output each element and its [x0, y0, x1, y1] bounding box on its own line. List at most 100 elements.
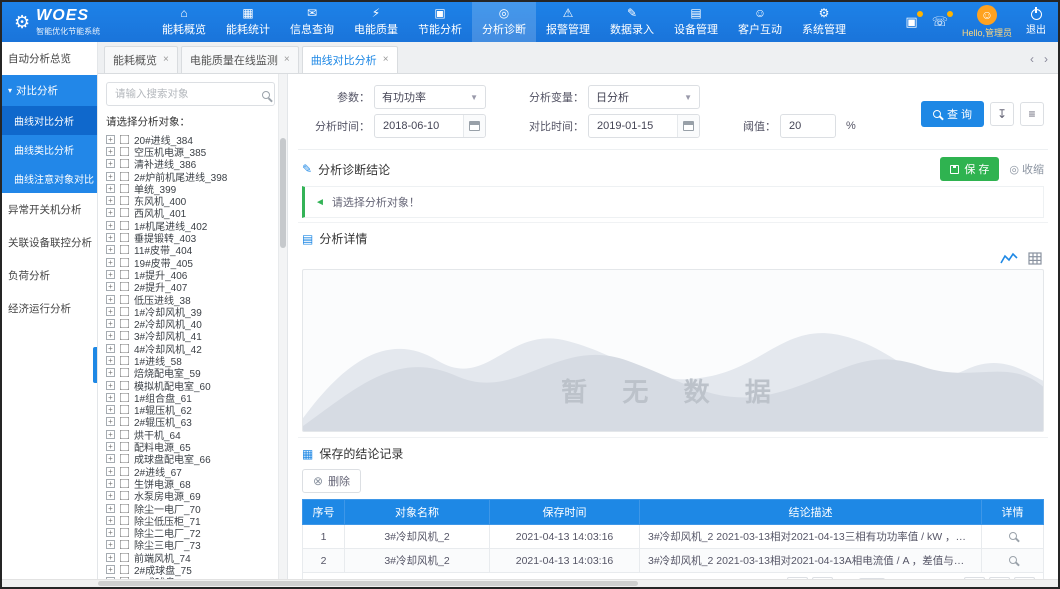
tree-item-checkbox[interactable] [120, 466, 129, 475]
tree-item-checkbox[interactable] [120, 294, 129, 303]
tree-item-checkbox[interactable] [120, 553, 129, 562]
tree-item[interactable]: 成球盘配电室_66 [106, 453, 275, 465]
tree-scrollbar-thumb[interactable] [280, 138, 286, 248]
tree-item-checkbox[interactable] [120, 417, 129, 426]
expand-icon[interactable] [106, 454, 115, 463]
search-icon[interactable] [262, 88, 270, 102]
tree-item[interactable]: 4#冷却风机_42 [106, 342, 275, 354]
tree-item-checkbox[interactable] [120, 196, 129, 205]
tree-item[interactable]: 2#炉前机尾进线_398 [106, 170, 275, 182]
expand-icon[interactable] [106, 295, 115, 304]
expand-icon[interactable] [106, 221, 115, 230]
sidebar-item[interactable]: 关联设备联控分析 [2, 226, 97, 259]
topnav-item[interactable]: ✉ 信息查询 [280, 2, 344, 42]
expand-icon[interactable] [106, 135, 115, 144]
table-row[interactable]: 1 3#冷却风机_2 2021-04-13 14:03:16 3#冷却风机_2 … [303, 525, 1044, 549]
delete-button[interactable]: ⊗ 删除 [302, 469, 361, 493]
topnav-item[interactable]: ⚡ 电能质量 [344, 2, 408, 42]
search-button[interactable]: 查 询 [921, 101, 984, 127]
tab-close-icon[interactable]: × [383, 55, 389, 65]
expand-icon[interactable] [106, 368, 115, 377]
tree-item-checkbox[interactable] [120, 380, 129, 389]
tree-item-checkbox[interactable] [120, 356, 129, 365]
topnav-item[interactable]: ▤ 设备管理 [664, 2, 728, 42]
tree-item-checkbox[interactable] [120, 516, 129, 525]
tree-item[interactable]: 单统_399 [106, 182, 275, 194]
expand-icon[interactable] [106, 553, 115, 562]
expand-icon[interactable] [106, 307, 115, 316]
expand-icon[interactable] [106, 417, 115, 426]
topnav-item[interactable]: ⌂ 能耗概览 [152, 2, 216, 42]
sidebar-item-auto-overview[interactable]: 自动分析总览 [2, 42, 97, 75]
tree-item-checkbox[interactable] [120, 540, 129, 549]
expand-icon[interactable] [106, 172, 115, 181]
tree-item-checkbox[interactable] [120, 147, 129, 156]
tree-item-checkbox[interactable] [120, 454, 129, 463]
expand-icon[interactable] [106, 565, 115, 574]
tree-item-checkbox[interactable] [120, 405, 129, 414]
expand-icon[interactable] [106, 331, 115, 340]
tree-item-checkbox[interactable] [120, 393, 129, 402]
topnav-item[interactable]: ◎ 分析诊断 [472, 2, 536, 42]
expand-icon[interactable] [106, 479, 115, 488]
tree-item[interactable]: 1#提升_406 [106, 268, 275, 280]
tree-item-checkbox[interactable] [120, 331, 129, 340]
expand-icon[interactable] [106, 258, 115, 267]
tree-item-checkbox[interactable] [120, 528, 129, 537]
logout-button[interactable]: 退出 [1026, 9, 1046, 36]
tree-item-checkbox[interactable] [120, 171, 129, 180]
save-button[interactable]: 保 存 [940, 157, 999, 181]
tree-item-checkbox[interactable] [120, 565, 129, 574]
tree-item-checkbox[interactable] [120, 491, 129, 500]
tree-item-checkbox[interactable] [120, 479, 129, 488]
expand-icon[interactable] [106, 393, 115, 402]
monitor-notification-icon[interactable]: ▣ [905, 14, 917, 30]
calendar-icon[interactable] [677, 115, 699, 137]
sidebar-group-compare-header[interactable]: ▾ 对比分析 [2, 75, 97, 106]
expand-icon[interactable] [106, 270, 115, 279]
user-menu[interactable]: ☺ Hello,管理员 [962, 5, 1012, 39]
topnav-item[interactable]: ✎ 数据录入 [600, 2, 664, 42]
expand-icon[interactable] [106, 467, 115, 476]
tab-close-icon[interactable]: × [163, 55, 169, 65]
tab[interactable]: 能耗概览 × [104, 46, 178, 73]
tree-item-checkbox[interactable] [120, 430, 129, 439]
expand-icon[interactable] [106, 282, 115, 291]
horizontal-scrollbar[interactable] [2, 579, 1058, 587]
expand-icon[interactable] [106, 319, 115, 328]
expand-icon[interactable] [106, 491, 115, 500]
horizontal-scrollbar-thumb[interactable] [98, 581, 638, 586]
view-detail-icon[interactable] [1009, 556, 1017, 564]
expand-icon[interactable] [106, 442, 115, 451]
tree-item-checkbox[interactable] [120, 319, 129, 328]
expand-icon[interactable] [106, 208, 115, 217]
tree-item-checkbox[interactable] [120, 257, 129, 266]
param-select[interactable]: 有功功率 ▼ [374, 85, 486, 109]
topnav-item[interactable]: ⚠ 报警管理 [536, 2, 600, 42]
tree-item-checkbox[interactable] [120, 503, 129, 512]
variable-select[interactable]: 日分析 ▼ [588, 85, 700, 109]
topnav-item[interactable]: ☺ 客户互动 [728, 2, 792, 42]
tree-item[interactable]: 19#皮带_405 [106, 256, 275, 268]
tree-item-checkbox[interactable] [120, 307, 129, 316]
tree-item-checkbox[interactable] [120, 221, 129, 230]
sidebar-subitem[interactable]: 曲线注意对象对比 [2, 164, 97, 193]
expand-icon[interactable] [106, 245, 115, 254]
expand-icon[interactable] [106, 430, 115, 439]
sidebar-item[interactable]: 负荷分析 [2, 259, 97, 292]
tab-scroll-left-icon[interactable]: ‹ [1030, 52, 1034, 66]
expand-icon[interactable] [106, 405, 115, 414]
topnav-item[interactable]: ▣ 节能分析 [408, 2, 472, 42]
tree-item-checkbox[interactable] [120, 344, 129, 353]
table-row[interactable]: 2 3#冷却风机_2 2021-04-13 14:03:16 3#冷却风机_2 … [303, 549, 1044, 573]
column-config-button[interactable]: ≡ [1020, 102, 1044, 126]
sidebar-subitem[interactable]: 曲线类比分析 [2, 135, 97, 164]
expand-icon[interactable] [106, 504, 115, 513]
tree-item-checkbox[interactable] [120, 159, 129, 168]
tree-search-input[interactable] [106, 82, 275, 106]
threshold-input[interactable] [780, 114, 836, 138]
expand-icon[interactable] [106, 344, 115, 353]
expand-icon[interactable] [106, 159, 115, 168]
tab[interactable]: 曲线对比分析 × [302, 46, 398, 73]
expand-icon[interactable] [106, 540, 115, 549]
